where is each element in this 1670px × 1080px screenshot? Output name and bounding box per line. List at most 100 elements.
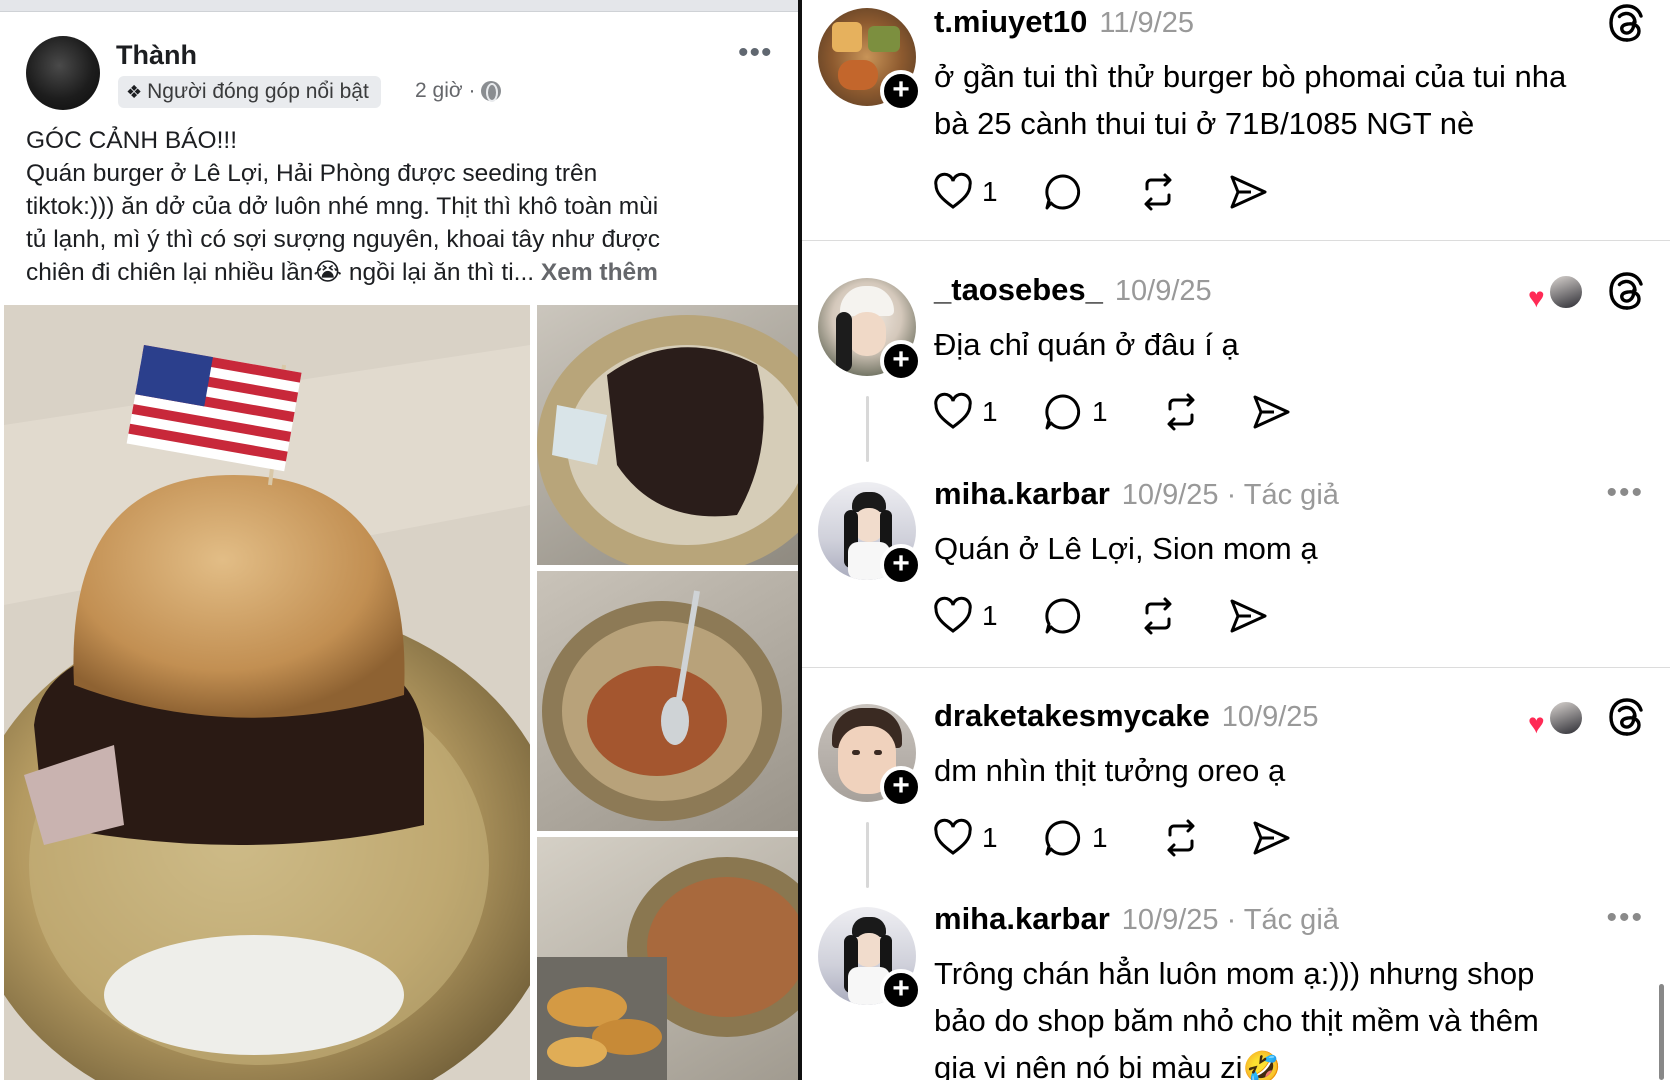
reply-more-options[interactable]: ••• [1606,476,1644,510]
post-text-line: tủ lạnh, mì ý thì có sợi sượng nguyên, k… [26,226,660,253]
like-button[interactable]: 1 [932,595,1042,637]
comment-button[interactable] [1042,171,1137,213]
reply-item: + draketakesmycake 10/9/25 ♥ dm nhìn thị… [802,694,1670,888]
post-author-name[interactable]: Thành [116,40,197,71]
heart-icon [934,596,972,633]
heart-icon [934,172,972,209]
reply-date-value: 10/9/25 [1121,479,1219,511]
follow-plus-button[interactable]: + [880,766,922,808]
reply-username[interactable]: t.miuyet10 [934,4,1087,40]
reply-text-line: Quán ở Lê Lợi, Sion mom ạ [934,531,1318,566]
reply-username[interactable]: miha.karbar [934,901,1110,937]
reply-text: dm nhìn thịt tưởng oreo ạ [934,747,1654,794]
badge-icon: ❖ [126,81,143,102]
reply-separator [802,240,1670,241]
repost-button[interactable] [1137,595,1227,637]
reply-username[interactable]: _taosebes_ [934,272,1103,308]
spaghetti-photo[interactable] [537,571,798,831]
liked-by-author: ♥ [1528,700,1584,740]
comment-count: 1 [1092,396,1108,427]
comment-icon [1045,820,1081,856]
reply-text-line: Địa chỉ quán ở đâu í ạ [934,327,1239,362]
reply-avatar[interactable]: + [818,8,922,112]
threads-logo-icon[interactable] [1606,2,1648,44]
liked-author-avatar [1548,274,1584,310]
facebook-post-screenshot: Thành ❖ Người đóng góp nổi bật 2 giờ · •… [0,0,798,1080]
heart-icon [934,392,972,429]
share-button[interactable] [1250,391,1292,433]
reply-date: 10/9/25 [1114,275,1212,307]
repost-button[interactable] [1137,171,1227,213]
follow-plus-button[interactable]: + [880,969,922,1011]
like-button[interactable]: 1 [932,817,1042,859]
repost-icon [1144,597,1172,635]
repost-icon [1167,819,1195,857]
spaghetti-illustration [542,590,782,821]
threads-logo-icon[interactable] [1606,270,1648,312]
reply-header: miha.karbar 10/9/25 · Tác giả [934,476,1339,512]
share-icon [1253,821,1290,855]
like-button[interactable]: 1 [932,171,1042,213]
like-count: 1 [982,176,998,207]
reply-date: 11/9/25 [1099,7,1194,39]
post-text-line: tiktok:))) ăn dở của dở luôn nhé mng. Th… [26,193,659,220]
share-button[interactable] [1227,595,1269,637]
follow-plus-button[interactable]: + [880,70,922,112]
reply-text-line: bà 25 cành thui tui ở 71B/1085 NGT nè [934,106,1475,141]
threads-logo-icon[interactable] [1606,696,1648,738]
reply-header: miha.karbar 10/9/25 · Tác giả [934,901,1339,937]
follow-plus-button[interactable]: + [880,544,922,586]
liked-by-author: ♥ [1528,274,1584,314]
reply-avatar[interactable]: + [818,482,922,586]
post-more-options[interactable]: ••• [738,36,773,70]
author-avatar[interactable] [26,36,100,110]
comment-button[interactable] [1042,595,1137,637]
follow-plus-button[interactable]: + [880,340,922,382]
burger-photo[interactable] [4,305,530,1080]
reply-text-line: Trông chán hẳn luôn mom ạ:))) nhưng shop [934,956,1535,991]
repost-button[interactable] [1160,391,1250,433]
liked-author-avatar [1548,700,1584,736]
post-text-line: GÓC CẢNH BÁO!!! [26,127,238,154]
like-count: 1 [982,822,998,853]
reply-text-line: bảo do shop băm nhỏ cho thịt mềm và thêm [934,1003,1539,1038]
meat-illustration [537,315,798,565]
share-button[interactable] [1250,817,1292,859]
scrollbar[interactable] [1659,984,1664,1080]
burger-illustration [4,305,530,1080]
reply-avatar[interactable]: + [818,907,922,1011]
reply-date: 10/9/25 · Tác giả [1122,479,1339,512]
reply-text: ở gần tui thì thử burger bò phomai của t… [934,53,1654,147]
post-text-line-end: chiên đi chiên lại nhiều lần😭 ngồi lại ă… [26,259,535,286]
reply-avatar[interactable]: + [818,704,922,808]
post-text: GÓC CẢNH BÁO!!! Quán burger ở Lê Lợi, Hả… [26,124,791,289]
globe-icon [481,81,502,102]
like-button[interactable]: 1 [932,391,1042,433]
fries-photo[interactable] [537,837,798,1080]
reply-date-value: 10/9/25 [1121,904,1219,936]
see-more-link[interactable]: Xem thêm [541,259,658,286]
reply-actions: 1 1 [932,392,1292,432]
comment-button[interactable]: 1 [1042,817,1160,859]
reply-username[interactable]: miha.karbar [934,476,1110,512]
repost-icon [1144,173,1172,211]
reply-avatar[interactable]: + [818,278,922,382]
share-button[interactable] [1227,171,1269,213]
thread-connector [866,822,869,888]
repost-icon [1167,393,1195,431]
reply-username[interactable]: draketakesmycake [934,698,1210,734]
reply-separator [802,667,1670,668]
reply-item: + t.miuyet10 11/9/25 ở gần tui thì thử b… [802,0,1670,240]
reply-more-options[interactable]: ••• [1606,901,1644,935]
repost-button[interactable] [1160,817,1250,859]
comment-icon [1045,174,1081,210]
post-time[interactable]: 2 giờ · [415,79,475,103]
reply-item: + _taosebes_ 10/9/25 ♥ Địa chỉ quán ở đâ… [802,268,1670,462]
comment-button[interactable]: 1 [1042,391,1160,433]
reply-text: Quán ở Lê Lợi, Sion mom ạ [934,525,1654,572]
liked-heart-icon: ♥ [1528,282,1545,313]
post-text-line: Quán burger ở Lê Lợi, Hải Phòng được see… [26,160,598,187]
meat-photo[interactable] [537,305,798,565]
like-count: 1 [982,396,998,427]
reply-text-line: ở gần tui thì thử burger bò phomai của t… [934,59,1567,94]
